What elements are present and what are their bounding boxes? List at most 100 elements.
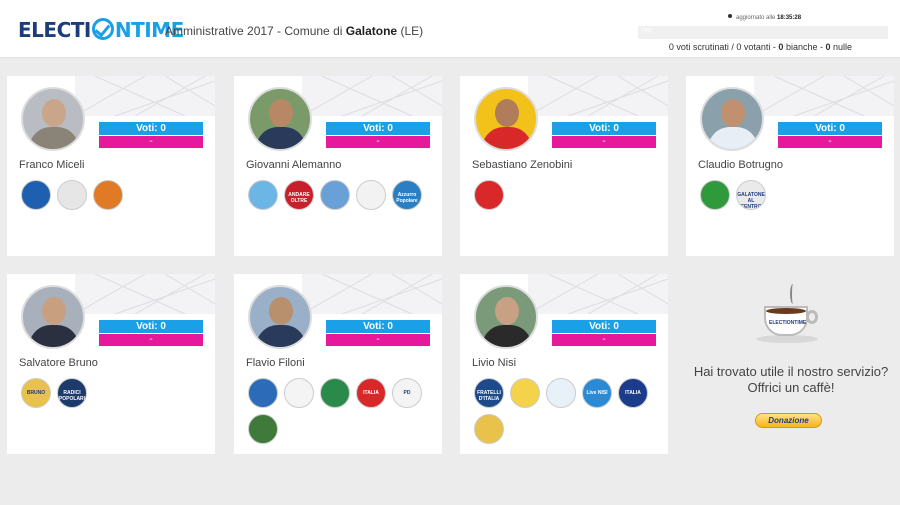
candidate-photo — [474, 87, 538, 151]
percentage-badge: - — [552, 136, 656, 148]
party-logo-text: ITALIA — [363, 390, 379, 396]
party-logo-text: ITALIA — [625, 390, 641, 396]
party-logo-icon[interactable] — [93, 180, 123, 210]
party-lists — [474, 180, 664, 216]
party-logo-icon[interactable]: Azzurro Popolare — [392, 180, 422, 210]
party-logo-icon[interactable]: BRUNO — [21, 378, 51, 408]
donate-button[interactable]: Donazione — [755, 413, 822, 428]
donation-line2: Offrici un caffè! — [747, 380, 835, 395]
avatar-body-shape — [256, 127, 306, 149]
title-prefix: Amministrative 2017 - Comune di — [165, 24, 346, 38]
candidate-photo — [248, 285, 312, 349]
avatar-head-shape — [269, 99, 293, 127]
candidate-name: Livio Nisi — [472, 357, 517, 369]
coffee-cup-icon: ELECTIONTIME — [756, 284, 822, 354]
candidate-card: Voti: 0 - Flavio Filoni ITALIA PD — [234, 274, 442, 454]
checkmark-o-icon — [91, 18, 114, 40]
candidate-card: Voti: 0 - Salvatore Bruno BRUNO RADICI PO… — [7, 274, 215, 454]
candidate-name: Franco Miceli — [19, 159, 85, 171]
donation-line1: Hai trovato utile il nostro servizio? — [693, 364, 889, 379]
party-logo-icon[interactable]: FRATELLI D'ITALIA — [474, 378, 504, 408]
party-logo-icon[interactable]: GALATONE AL CENTRO — [736, 180, 766, 210]
party-logo-icon[interactable] — [474, 180, 504, 210]
votes-badge: Voti: 0 — [778, 122, 882, 135]
avatar-head-shape — [42, 297, 66, 325]
vote-counts: 0 voti scrutinati / 0 votanti - 0 bianch… — [669, 42, 852, 52]
party-logo-icon[interactable] — [248, 180, 278, 210]
party-logo-icon[interactable] — [21, 180, 51, 210]
candidate-name: Flavio Filoni — [246, 357, 305, 369]
avatar-body-shape — [482, 325, 532, 347]
party-logo-icon[interactable]: ANDARE OLTRE — [284, 180, 314, 210]
votes-badge: Voti: 0 — [552, 320, 656, 333]
votes-badge: Voti: 0 — [326, 320, 430, 333]
party-logo-icon[interactable] — [320, 180, 350, 210]
party-logo-icon[interactable] — [474, 414, 504, 444]
null-label: nulle — [830, 42, 852, 52]
title-town: Galatone — [345, 24, 398, 38]
candidate-photo — [700, 87, 764, 151]
percentage-badge: - — [326, 334, 430, 346]
candidate-name: Giovanni Alemanno — [246, 159, 342, 171]
candidate-name: Salvatore Bruno — [19, 357, 98, 369]
percentage-badge: - — [326, 136, 430, 148]
party-lists: ANDARE OLTRE Azzurro Popolare — [248, 180, 438, 216]
avatar-body-shape — [708, 127, 758, 149]
avatar-head-shape — [269, 297, 293, 325]
party-logo-text: ANDARE OLTRE — [288, 192, 310, 204]
decorative-lines-background — [75, 274, 215, 314]
avatar-head-shape — [42, 99, 66, 127]
candidate-card: Voti: 0 - Sebastiano Zenobini — [460, 76, 668, 256]
avatar-head-shape — [721, 99, 745, 127]
party-logo-icon[interactable] — [700, 180, 730, 210]
coffee-shape — [766, 308, 806, 314]
avatar-head-shape — [495, 297, 519, 325]
party-logo-icon[interactable]: PD — [392, 378, 422, 408]
decorative-lines-background — [528, 76, 668, 116]
cup-brand-text: ELECTIONTIME — [769, 320, 807, 326]
candidate-card: Voti: 0 - Giovanni Alemanno ANDARE OLTRE… — [234, 76, 442, 256]
electiontime-logo[interactable]: ELECTI NTIME — [18, 18, 184, 42]
party-logo-icon[interactable] — [248, 378, 278, 408]
percentage-badge: - — [99, 334, 203, 346]
decorative-lines-background — [754, 76, 894, 116]
page-title: Amministrative 2017 - Comune di Galatone… — [165, 24, 423, 38]
decorative-lines-background — [528, 274, 668, 314]
decorative-lines-background — [302, 76, 442, 116]
party-logo-icon[interactable] — [510, 378, 540, 408]
party-logo-text: Azzurro Popolare — [396, 192, 418, 204]
candidate-name: Sebastiano Zenobini — [472, 159, 573, 171]
party-logo-text: Live NISI — [586, 390, 608, 396]
scrutiny-progress-bar: 0% — [638, 26, 888, 39]
mug-handle-shape — [806, 310, 818, 324]
party-logo-icon[interactable]: RADICI POPOLARI — [57, 378, 87, 408]
party-logo-icon[interactable]: ITALIA — [356, 378, 386, 408]
candidate-card: Voti: 0 - Franco Miceli — [7, 76, 215, 256]
party-logo-icon[interactable] — [284, 378, 314, 408]
party-logo-icon[interactable] — [57, 180, 87, 210]
party-logo-icon[interactable] — [356, 180, 386, 210]
party-logo-icon[interactable]: ITALIA — [618, 378, 648, 408]
party-logo-icon[interactable] — [248, 414, 278, 444]
steam-decoration — [790, 284, 796, 304]
party-logo-icon[interactable] — [546, 378, 576, 408]
avatar-head-shape — [495, 99, 519, 127]
logo-text-part1: ELECTI — [18, 18, 91, 42]
party-logo-text: RADICI POPOLARI — [58, 390, 86, 402]
avatar-body-shape — [29, 325, 79, 347]
avatar-body-shape — [256, 325, 306, 347]
updated-label: aggiornato alle — [736, 15, 776, 21]
counted-votes: 0 voti scrutinati / 0 votanti - — [668, 42, 779, 52]
party-lists: FRATELLI D'ITALIA Live NISI ITALIA — [474, 378, 664, 450]
party-lists — [21, 180, 211, 216]
avatar-body-shape — [482, 127, 532, 149]
progress-label: 0% — [642, 28, 653, 35]
bullet-icon — [728, 14, 732, 18]
votes-badge: Voti: 0 — [99, 122, 203, 135]
updated-time: 18:35:28 — [777, 15, 802, 21]
decorative-lines-background — [75, 76, 215, 116]
party-logo-icon[interactable] — [320, 378, 350, 408]
party-logo-icon[interactable]: Live NISI — [582, 378, 612, 408]
party-lists: BRUNO RADICI POPOLARI — [21, 378, 211, 414]
party-lists: GALATONE AL CENTRO — [700, 180, 890, 216]
